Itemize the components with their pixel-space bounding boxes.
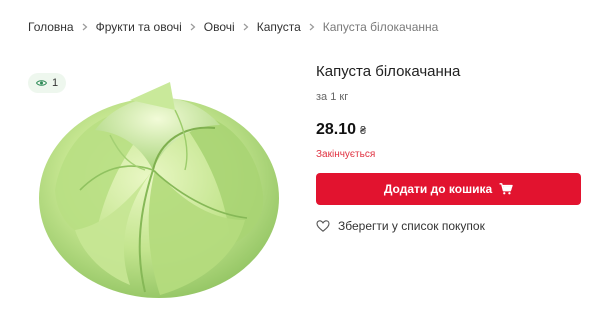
breadcrumb-current: Капуста білокачанна	[322, 20, 439, 34]
cabbage-illustration	[39, 82, 279, 298]
chevron-right-icon	[243, 23, 249, 31]
product-title: Капуста білокачанна	[316, 63, 461, 80]
save-to-list-label: Зберегти у список покупок	[338, 219, 485, 233]
breadcrumb-fruits-vegetables[interactable]: Фрукти та овочі	[96, 20, 182, 34]
chevron-right-icon	[309, 23, 315, 31]
views-badge: 1	[28, 73, 66, 93]
stock-status: Закінчується	[316, 149, 376, 160]
breadcrumb-home[interactable]: Головна	[28, 20, 74, 34]
add-to-cart-button[interactable]: Додати до кошика	[316, 173, 581, 205]
add-to-cart-label: Додати до кошика	[383, 182, 493, 196]
views-count: 1	[51, 77, 59, 89]
breadcrumb-cabbage[interactable]: Капуста	[257, 20, 301, 34]
cart-icon	[499, 183, 513, 195]
currency-symbol: ₴	[360, 125, 367, 137]
chevron-right-icon	[82, 23, 88, 31]
product-price: 28.10 ₴	[316, 121, 366, 139]
eye-icon	[35, 79, 47, 87]
chevron-right-icon	[190, 23, 196, 31]
product-unit: за 1 кг	[316, 91, 349, 103]
product-image[interactable]	[35, 70, 283, 302]
breadcrumb-vegetables[interactable]: Овочі	[204, 20, 235, 34]
save-to-list-link[interactable]: Зберегти у список покупок	[316, 219, 485, 233]
breadcrumb: Головна Фрукти та овочі Овочі Капуста Ка…	[28, 20, 438, 34]
heart-icon	[316, 220, 330, 232]
price-value: 28.10	[316, 121, 357, 138]
